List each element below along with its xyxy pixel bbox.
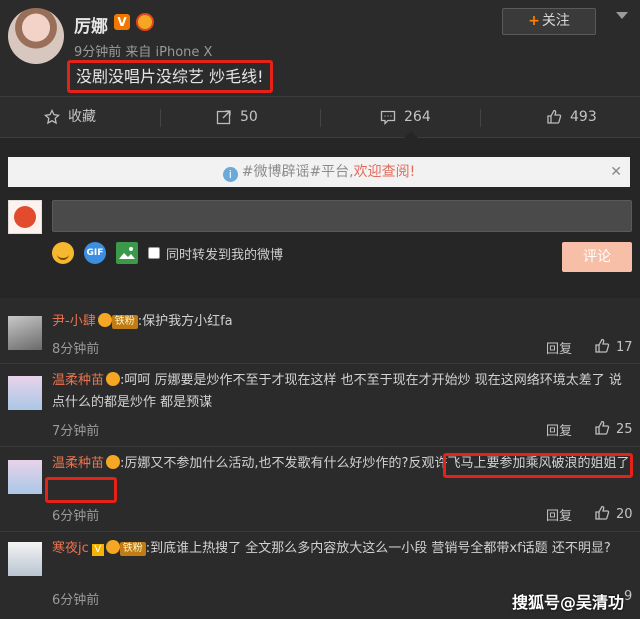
emoji-icon[interactable] (52, 242, 74, 264)
comment-text: :厉娜又不参加什么活动,也不发歌有什么好炒作的? (120, 456, 409, 471)
repost-icon (216, 110, 231, 125)
my-avatar[interactable] (8, 200, 42, 234)
comment-like-button[interactable]: 17 (594, 338, 633, 355)
post-header: 厉娜 V 9分钟前 来自 iPhone X + 关注 没剧没唱片没综艺 炒毛线! (0, 0, 640, 96)
submit-comment-button[interactable]: 评论 (562, 242, 632, 272)
comment-body: 尹-小肆 铁粉:保护我方小红fa (52, 311, 634, 333)
crown-icon (105, 540, 120, 554)
thumbs-up-icon (595, 338, 610, 353)
crown-icon (106, 372, 121, 386)
commenter-avatar[interactable] (8, 542, 42, 576)
divider (480, 109, 481, 127)
rumor-notice: i #微博辟谣#平台,欢迎查阅! ✕ (8, 157, 630, 187)
reply-button[interactable]: 回复 (546, 505, 572, 524)
sync-repost-checkbox[interactable] (148, 247, 160, 259)
mountain-icon (119, 247, 135, 259)
comment-item: 尹-小肆 铁粉:保护我方小红fa 8分钟前 回复 17 (0, 298, 640, 364)
vip-crown-icon (136, 13, 154, 31)
action-bar: 收藏 50 264 493 (0, 96, 640, 138)
reply-button[interactable]: 回复 (546, 338, 572, 357)
reply-button[interactable]: 回复 (546, 420, 572, 439)
divider (320, 109, 321, 127)
commenter-avatar[interactable] (8, 460, 42, 494)
verified-icon: V (91, 544, 104, 556)
active-caret (404, 131, 418, 138)
thumbs-up-icon (547, 109, 562, 124)
close-icon[interactable]: ✕ (610, 157, 622, 187)
commenter-avatar[interactable] (8, 376, 42, 410)
comment-item: 温柔种苗:厉娜又不参加什么活动,也不发歌有什么好炒作的?反观许飞马上要参加乘风破… (0, 447, 640, 532)
gif-icon[interactable]: GIF (84, 242, 106, 264)
chevron-down-icon[interactable] (616, 12, 628, 19)
comment-text: :保护我方小红fa (137, 314, 233, 329)
comment-time: 7分钟前 (52, 424, 100, 439)
info-icon: i (222, 167, 238, 182)
crown-icon (97, 313, 112, 327)
thumbs-up-icon (595, 420, 610, 435)
author-name[interactable]: 厉娜 (74, 12, 108, 37)
thumbs-up-icon (595, 505, 610, 520)
comment-input[interactable] (52, 200, 632, 232)
divider (160, 109, 161, 127)
sync-repost-label: 同时转发到我的微博 (166, 248, 284, 263)
star-icon (44, 109, 60, 125)
comment-text: :呵呵 厉娜要是炒作不至于才现在这样 也不至于现在才开始炒 现在这网络环境太差了… (52, 373, 622, 410)
comment-time: 6分钟前 (52, 593, 100, 608)
image-icon[interactable] (116, 242, 138, 264)
follow-button[interactable]: + 关注 (502, 8, 596, 35)
highlight-box (45, 477, 117, 503)
post-text: 没剧没唱片没综艺 炒毛线! (67, 60, 273, 93)
comment-like-button[interactable]: 9 (624, 589, 632, 604)
repost-button[interactable]: 50 (216, 97, 258, 137)
commenter-name[interactable]: 温柔种苗 (52, 456, 104, 471)
comment-text: :到底谁上热搜了 全文那么多内容放大这么一小段 营销号全都带xf话题 还不明显? (145, 541, 611, 556)
notice-link[interactable]: 欢迎查阅! (354, 164, 416, 180)
commenter-avatar[interactable] (8, 316, 42, 350)
comment-composer: i #微博辟谣#平台,欢迎查阅! ✕ GIF 同时转发到我的微博 评论 (0, 138, 640, 298)
crown-icon (106, 455, 121, 469)
comment-like-button[interactable]: 25 (594, 420, 633, 437)
comment-body: 寒夜jc V 铁粉:到底谁上热搜了 全文那么多内容放大这么一小段 营销号全都带xf话… (52, 538, 634, 560)
post-meta: 9分钟前 来自 iPhone X (74, 45, 213, 60)
commenter-name[interactable]: 寒夜jc (52, 541, 89, 556)
comment-like-button[interactable]: 20 (594, 505, 633, 522)
watermark: 搜狐号@吴清功 (512, 593, 625, 612)
comment-time: 8分钟前 (52, 342, 100, 357)
collect-button[interactable]: 收藏 (44, 97, 96, 137)
author-avatar[interactable] (8, 8, 64, 64)
comment-list: 尹-小肆 铁粉:保护我方小红fa 8分钟前 回复 17 温柔种苗:呵呵 厉娜要是炒… (0, 298, 640, 619)
commenter-name[interactable]: 温柔种苗 (52, 373, 104, 388)
fan-badge: 铁粉 (119, 542, 146, 556)
comment-item: 温柔种苗:呵呵 厉娜要是炒作不至于才现在这样 也不至于现在才开始炒 现在这网络环… (0, 364, 640, 447)
comment-icon (380, 110, 396, 125)
verified-icon: V (114, 14, 130, 30)
comment-body: 温柔种苗:呵呵 厉娜要是炒作不至于才现在这样 也不至于现在才开始炒 现在这网络环… (52, 370, 634, 414)
fan-badge: 铁粉 (111, 315, 138, 329)
plus-icon: + (528, 13, 540, 29)
highlight-box (443, 453, 633, 478)
comment-time: 6分钟前 (52, 509, 100, 524)
like-button[interactable]: 493 (546, 97, 597, 137)
commenter-name[interactable]: 尹-小肆 (52, 314, 96, 329)
